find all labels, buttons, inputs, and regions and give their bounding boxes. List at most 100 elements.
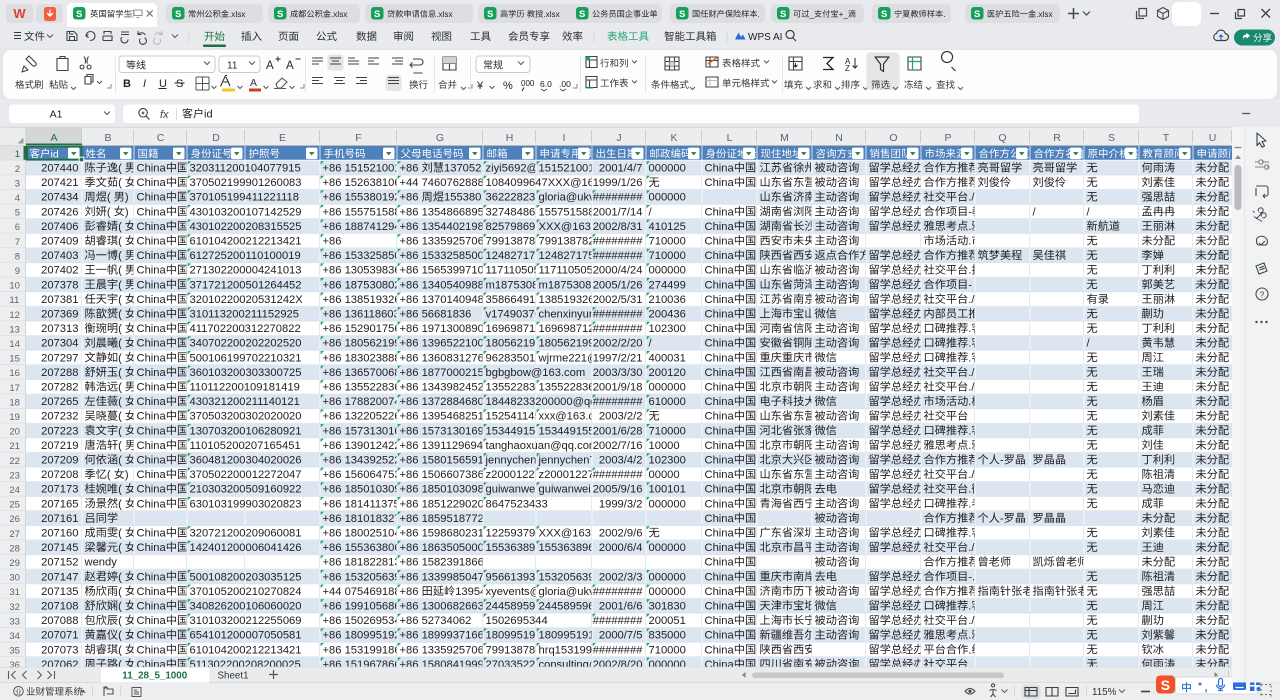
- svg-text:(: (: [118, 309, 122, 321]
- svg-text:(: (: [118, 177, 122, 189]
- svg-text:9: 9: [15, 266, 20, 277]
- svg-text:102300: 102300: [649, 455, 686, 467]
- svg-text:D: D: [212, 132, 220, 144]
- svg-text:19: 19: [9, 412, 20, 423]
- svg-text:000000: 000000: [649, 265, 686, 277]
- svg-text:274499: 274499: [649, 279, 686, 291]
- svg-text:+86 13965221003: +86 13965221003: [400, 338, 491, 350]
- svg-text:China: China: [705, 338, 735, 350]
- svg-text:+86 13439824525: +86 13439824525: [400, 382, 491, 394]
- svg-text:China: China: [705, 236, 735, 248]
- svg-text:10: 10: [9, 281, 20, 292]
- svg-text:China: China: [137, 411, 167, 423]
- svg-text:200120: 200120: [649, 367, 686, 379]
- svg-text:China: China: [705, 309, 735, 321]
- svg-text:I: I: [563, 132, 566, 144]
- svg-text:China: China: [137, 498, 167, 510]
- svg-text:########: ########: [593, 192, 644, 204]
- svg-text:+86 1573130169: +86 1573130169: [323, 425, 407, 437]
- svg-text:1999/1/26: 1999/1/26: [593, 177, 643, 189]
- svg-text:130703200106280921: 130703200106280921: [190, 425, 302, 437]
- svg-text:C: C: [157, 132, 165, 144]
- svg-text:): ): [125, 469, 129, 481]
- svg-text:410125: 410125: [649, 221, 686, 233]
- svg-text:(: (: [118, 294, 122, 306]
- svg-text:2000/7/5: 2000/7/5: [599, 630, 643, 642]
- svg-text:.: .: [968, 396, 971, 408]
- svg-text:1502695344: 1502695344: [486, 615, 548, 627]
- svg-text:+86 1365700682: +86 1365700682: [323, 367, 407, 379]
- svg-text:+86 13405409881: +86 13405409881: [400, 279, 491, 291]
- svg-text:China: China: [137, 294, 167, 306]
- svg-text:1: 1: [15, 149, 20, 160]
- svg-text:207073: 207073: [41, 644, 78, 656]
- svg-text:110112200109181419: 110112200109181419: [190, 382, 300, 394]
- svg-text:China: China: [137, 367, 167, 379]
- svg-text:.: .: [943, 10, 945, 19]
- svg-text:U: U: [1209, 132, 1217, 144]
- svg-text:.: .: [968, 425, 971, 437]
- svg-text:.xlsx: .xlsx: [229, 10, 245, 19]
- svg-text:+86 1515210015: +86 1515210015: [323, 163, 407, 175]
- svg-text:110105200207165451: 110105200207165451: [190, 440, 301, 452]
- svg-text:China: China: [705, 571, 735, 583]
- svg-text:H: H: [506, 132, 514, 144]
- svg-text:340826200106060020: 340826200106060020: [190, 601, 302, 613]
- svg-text:China: China: [137, 352, 167, 364]
- svg-text:207434: 207434: [41, 192, 78, 204]
- svg-text:+86 1533258500: +86 1533258500: [323, 250, 407, 262]
- svg-text:wendy: wendy: [84, 557, 118, 569]
- svg-text:+86 1560647532: +86 1560647532: [323, 469, 407, 481]
- svg-text:./: ./: [968, 542, 975, 554]
- svg-text:31: 31: [9, 587, 20, 598]
- svg-text:China: China: [705, 206, 735, 218]
- svg-text:500106199702210321: 500106199702210321: [190, 352, 302, 364]
- svg-text:2003/4/2: 2003/4/2: [599, 455, 643, 467]
- svg-text:2002/9/6: 2002/9/6: [599, 528, 643, 540]
- svg-text:+86 1322052260: +86 1322052260: [323, 411, 407, 423]
- svg-text:301830: 301830: [649, 601, 686, 613]
- svg-text:China: China: [705, 352, 735, 364]
- svg-text:4: 4: [15, 193, 20, 204]
- svg-text:G: G: [436, 132, 444, 144]
- svg-text:.xlsx: .xlsx: [331, 10, 347, 19]
- svg-text:.: .: [968, 352, 971, 364]
- svg-text:430103200107142529: 430103200107142529: [190, 206, 302, 218]
- svg-text:China: China: [705, 615, 735, 627]
- svg-text:+86 13728846803: +86 13728846803: [400, 396, 491, 408]
- svg-text:China: China: [137, 469, 167, 481]
- svg-text:207209: 207209: [41, 455, 78, 467]
- svg-text:207403: 207403: [41, 250, 78, 262]
- svg-text:142401200006041426: 142401200006041426: [190, 542, 302, 554]
- svg-text:?: ?: [1260, 290, 1265, 300]
- svg-text:000000: 000000: [649, 163, 686, 175]
- svg-text:K: K: [671, 132, 678, 144]
- svg-text:3: 3: [15, 178, 20, 189]
- svg-text:+86 1361186033: +86 1361186033: [323, 309, 406, 321]
- svg-text:340702200202202520: 340702200202202520: [190, 338, 302, 350]
- svg-text:2003/2/2: 2003/2/2: [599, 411, 643, 423]
- svg-text:+86 1814113755: +86 1814113755: [323, 498, 406, 510]
- svg-text:+86 1850103098: +86 1850103098: [323, 484, 407, 496]
- svg-text:./: ./: [968, 615, 975, 627]
- svg-text:612725200110100019: 612725200110100019: [190, 250, 301, 262]
- svg-text:China: China: [705, 440, 735, 452]
- svg-text:+86 13701409487: +86 13701409487: [400, 294, 491, 306]
- svg-text:China: China: [705, 279, 735, 291]
- svg-text:China: China: [137, 484, 167, 496]
- svg-text:7: 7: [15, 237, 20, 248]
- svg-text:1534491550: 1534491550: [539, 425, 601, 437]
- svg-text:1557515881: 1557515881: [539, 206, 601, 218]
- svg-text:China: China: [137, 323, 167, 335]
- svg-text:(: (: [118, 367, 122, 379]
- svg-text:207152: 207152: [41, 557, 78, 569]
- svg-text:21: 21: [9, 441, 20, 452]
- svg-text:.: .: [968, 498, 971, 510]
- svg-text:./: ./: [968, 367, 975, 379]
- svg-text:11_28_5_1000: 11_28_5_1000: [122, 671, 187, 682]
- svg-text:I: I: [143, 78, 146, 90]
- svg-text:.: .: [968, 644, 971, 656]
- svg-text:+86 1818228133: +86 1818228133: [323, 557, 407, 569]
- svg-text:+86 1788200744: +86 1788200744: [323, 396, 407, 408]
- svg-text:########: ########: [593, 396, 644, 408]
